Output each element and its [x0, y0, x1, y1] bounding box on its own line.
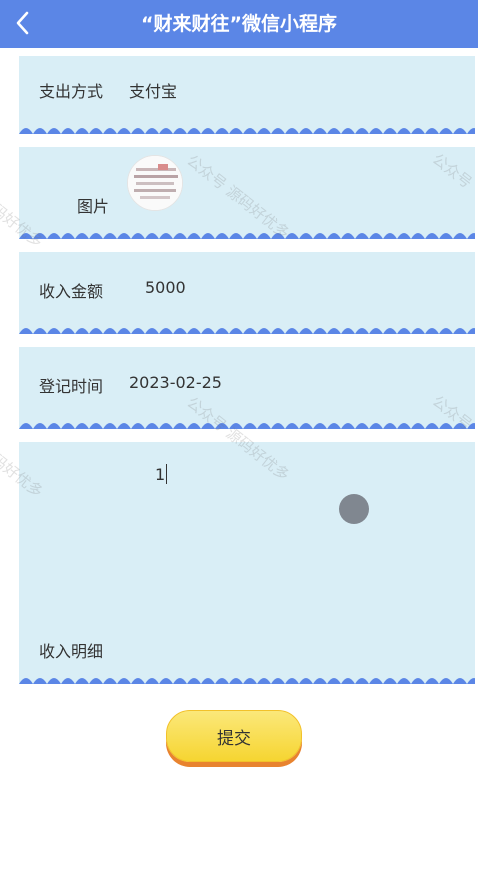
- uploaded-image-thumbnail[interactable]: [127, 155, 183, 211]
- payment-method-field[interactable]: 支出方式 支付宝: [19, 56, 475, 134]
- touch-indicator: [339, 494, 369, 524]
- payment-method-label: 支出方式: [39, 82, 104, 101]
- submit-button[interactable]: 提交: [166, 710, 302, 762]
- income-detail-field[interactable]: 1 收入明细: [19, 442, 475, 684]
- record-date-value[interactable]: 2023-02-25: [129, 373, 222, 392]
- page-title: “财来财往”微信小程序: [141, 13, 337, 35]
- record-date-label: 登记时间: [39, 377, 104, 396]
- image-field[interactable]: 图片: [19, 147, 475, 239]
- text-caret: [166, 464, 168, 484]
- income-detail-label: 收入明细: [39, 642, 104, 661]
- image-label: 图片: [77, 197, 110, 216]
- wave-border: [19, 124, 475, 134]
- income-amount-value[interactable]: 5000: [145, 278, 186, 297]
- wave-border: [19, 324, 475, 334]
- income-amount-field[interactable]: 收入金额 5000: [19, 252, 475, 334]
- payment-method-value[interactable]: 支付宝: [129, 78, 177, 102]
- income-detail-value: 1: [155, 465, 166, 484]
- wave-border: [19, 674, 475, 684]
- income-amount-label: 收入金额: [39, 282, 104, 301]
- top-navigation-bar: “财来财往”微信小程序: [0, 0, 478, 48]
- wave-border: [19, 229, 475, 239]
- wave-border: [19, 419, 475, 429]
- record-date-field[interactable]: 登记时间 2023-02-25: [19, 347, 475, 429]
- income-detail-textarea[interactable]: 1: [155, 464, 168, 484]
